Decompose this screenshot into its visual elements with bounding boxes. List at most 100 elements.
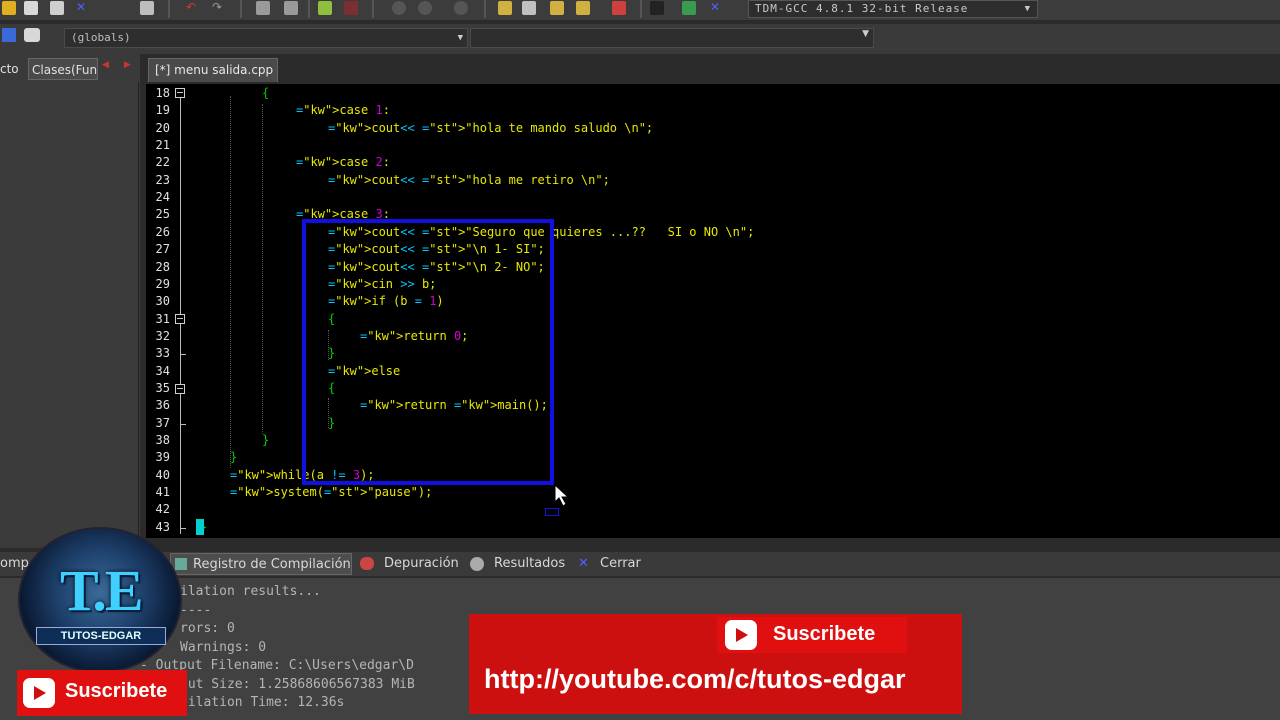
replace-icon[interactable] xyxy=(284,1,298,15)
log-line: Warnings: 0 xyxy=(180,639,267,655)
tab-project[interactable]: cto xyxy=(0,58,26,80)
youtube-play-icon xyxy=(725,620,757,650)
scope-select[interactable]: (globals) ▼ xyxy=(64,28,468,48)
line-number: 43 xyxy=(155,519,170,534)
tab-compile-log[interactable]: Registro de Compilación xyxy=(170,553,352,575)
redo-icon[interactable]: ↷ xyxy=(212,1,226,15)
toolbar-separator xyxy=(240,0,242,18)
gear-icon xyxy=(470,557,484,571)
check-icon[interactable] xyxy=(2,28,16,42)
log-line: put Size: 1.25868606567383 MiB xyxy=(180,676,415,692)
close-file-icon[interactable]: ✕ xyxy=(76,1,90,15)
line-number: 37 xyxy=(155,415,170,430)
tab-classes[interactable]: Clases(Fun xyxy=(28,58,98,80)
chevron-down-icon: ▼ xyxy=(457,33,463,43)
fold-end xyxy=(180,354,186,355)
logo-letters: T.E xyxy=(60,558,144,623)
fold-end xyxy=(180,528,186,529)
tab-debug[interactable]: Depuración xyxy=(358,553,459,575)
save-icon[interactable] xyxy=(50,1,64,15)
code-line: ="kw">system(="st">"pause"); xyxy=(230,485,433,500)
channel-url: http://youtube.com/c/tutos-edgar xyxy=(484,664,906,694)
undo-icon[interactable]: ↶ xyxy=(186,1,200,15)
profile-icon[interactable] xyxy=(650,1,664,15)
indent-guide xyxy=(262,104,263,434)
goto-icon[interactable] xyxy=(318,1,332,15)
code-line: ="kw">case 1: xyxy=(296,103,390,118)
fold-marker-icon[interactable] xyxy=(175,88,185,98)
scroll-left-icon[interactable]: ◀ xyxy=(102,60,109,70)
scroll-right-icon[interactable]: ▶ xyxy=(124,60,131,70)
stop-icon[interactable]: ✕ xyxy=(710,1,724,15)
unindent-icon[interactable] xyxy=(418,1,432,15)
line-number: 34 xyxy=(155,363,170,378)
chart-icon[interactable] xyxy=(682,1,696,15)
subscribe-button-small[interactable]: Suscribete xyxy=(17,670,187,716)
fold-marker-icon[interactable] xyxy=(175,314,185,324)
line-number: 33 xyxy=(155,346,170,361)
fold-end xyxy=(180,424,186,425)
new-file-icon[interactable] xyxy=(2,1,16,15)
line-number: 40 xyxy=(155,467,170,482)
function-select[interactable]: ▼ xyxy=(470,28,874,48)
tab-label: Cerrar xyxy=(600,556,641,571)
log-line: rors: 0 xyxy=(180,621,235,636)
file-tab-label: [*] menu salida.cpp xyxy=(155,63,274,77)
bookmark-icon[interactable] xyxy=(344,1,358,15)
fold-marker-icon[interactable] xyxy=(175,384,185,394)
log-line: ilation results... xyxy=(180,584,321,599)
toolbar-separator xyxy=(372,0,374,18)
line-number: 29 xyxy=(155,276,170,291)
rebuild-icon[interactable] xyxy=(576,1,590,15)
subscribe-label: Suscribete xyxy=(773,623,876,645)
tab-menu-salida[interactable]: [*] menu salida.cpp xyxy=(148,58,278,82)
line-number: 30 xyxy=(155,294,170,309)
line-number: 41 xyxy=(155,485,170,500)
close-icon: ✕ xyxy=(578,556,589,571)
mouse-cursor-icon xyxy=(554,483,576,512)
tab-results[interactable]: Resultados xyxy=(468,553,566,575)
subscribe-button[interactable]: Suscribete xyxy=(717,617,907,653)
line-number: 25 xyxy=(155,207,170,222)
toolbar-separator xyxy=(168,0,170,18)
open-file-icon[interactable] xyxy=(24,1,38,15)
insert-icon[interactable] xyxy=(24,28,40,42)
line-number: 39 xyxy=(155,450,170,465)
log-icon xyxy=(175,558,187,570)
run-icon[interactable] xyxy=(522,1,536,15)
find-icon[interactable] xyxy=(256,1,270,15)
compile-run-icon[interactable] xyxy=(550,1,564,15)
indent-icon[interactable] xyxy=(392,1,406,15)
debug-icon[interactable] xyxy=(612,1,626,15)
tab-label: Resultados xyxy=(494,556,566,571)
log-line: ---- xyxy=(180,602,212,618)
channel-logo: T.E TUTOS-EDGAR xyxy=(18,527,182,673)
line-number: 36 xyxy=(155,398,170,413)
toggle-comment-icon[interactable] xyxy=(454,1,468,15)
tab-close[interactable]: ✕ Cerrar xyxy=(574,553,644,575)
chevron-down-icon: ▼ xyxy=(862,29,869,39)
toolbar-separator xyxy=(308,0,310,18)
youtube-play-icon xyxy=(23,678,55,708)
line-number: 28 xyxy=(155,259,170,274)
toolbar-separator xyxy=(484,0,486,18)
compile-icon[interactable] xyxy=(498,1,512,15)
compiler-select-value: TDM-GCC 4.8.1 32-bit Release xyxy=(755,2,969,15)
class-tree[interactable] xyxy=(0,82,139,544)
print-icon[interactable] xyxy=(140,1,154,15)
code-line: } xyxy=(230,450,238,465)
compiler-select[interactable]: TDM-GCC 4.8.1 32-bit Release ▼ xyxy=(748,0,1038,18)
line-number: 18 xyxy=(155,86,170,100)
line-number: 35 xyxy=(155,380,170,395)
code-line: ="kw">case 2: xyxy=(296,155,390,170)
log-line: pilation Time: 12.36s xyxy=(180,695,345,710)
code-line: ="kw">cout<< ="st">"hola me retiro \n"; xyxy=(328,172,610,187)
code-line: { xyxy=(262,86,270,100)
line-number: 27 xyxy=(155,242,170,257)
code-line: } xyxy=(262,433,270,447)
tab-label: cto xyxy=(0,62,19,76)
scope-select-value: (globals) xyxy=(71,31,131,44)
tab-label: Depuración xyxy=(384,556,459,571)
line-number: 22 xyxy=(155,155,170,170)
line-number: 21 xyxy=(155,138,170,153)
